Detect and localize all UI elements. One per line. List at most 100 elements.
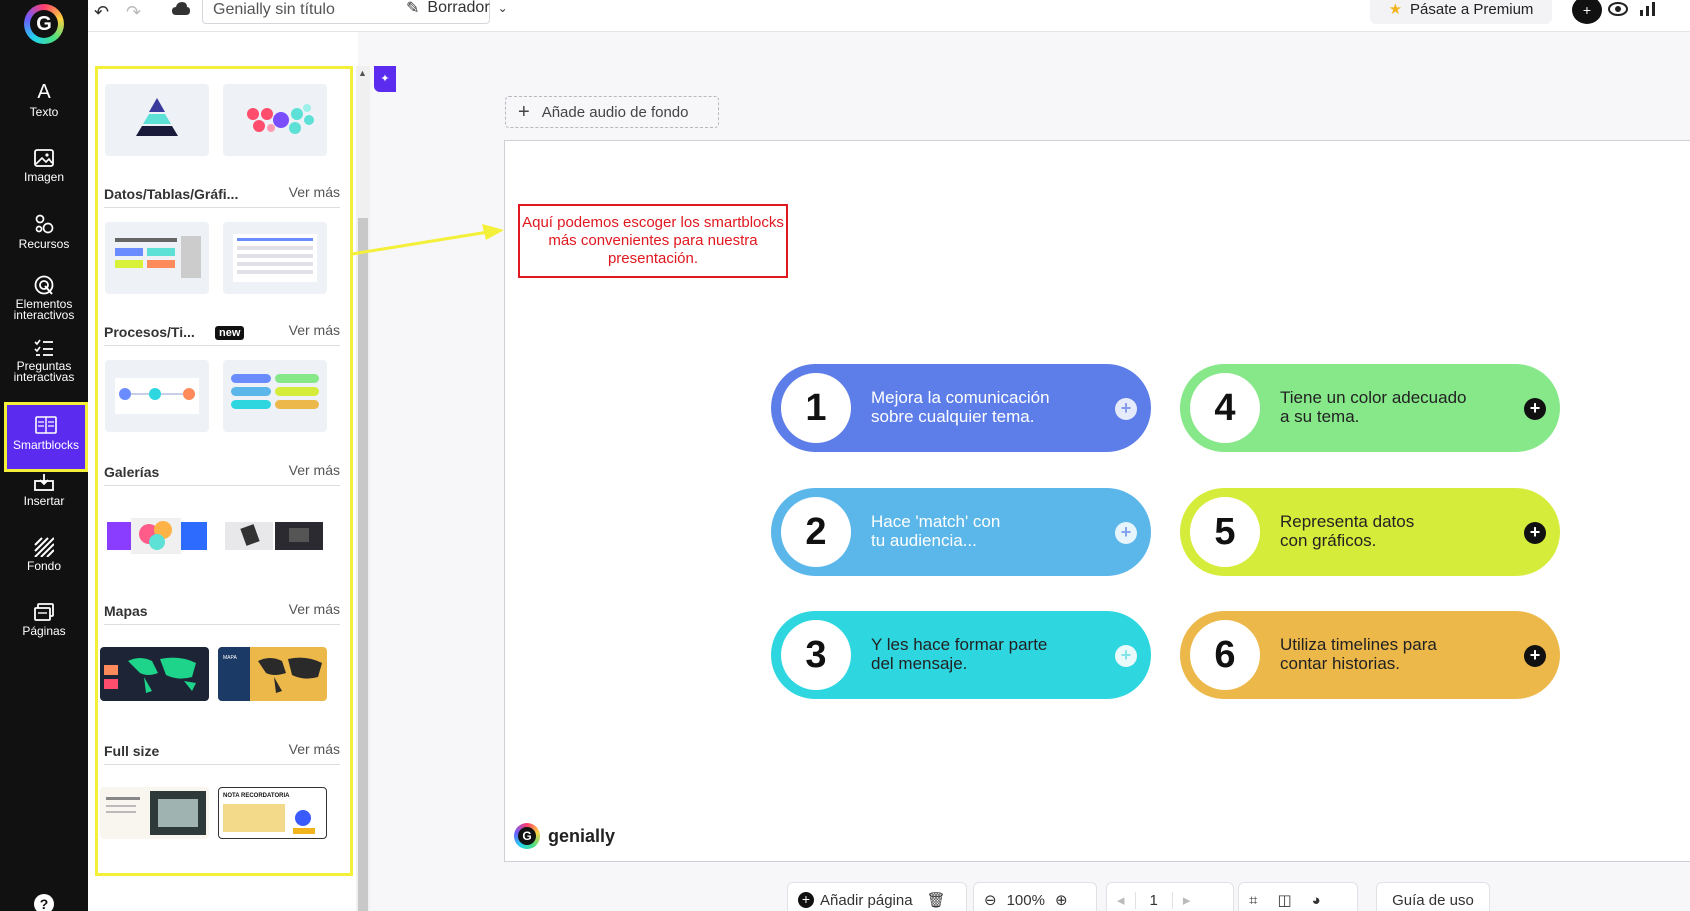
pill-text: Utiliza timelines para contar historias. xyxy=(1280,635,1437,673)
pill-text: Hace 'match' con tu audiencia... xyxy=(871,512,1001,550)
brand-label: genially xyxy=(548,825,616,846)
rail-item-texto[interactable]: A Texto xyxy=(0,74,88,134)
text-icon: A xyxy=(37,81,51,103)
rail-item-label: Insertar xyxy=(23,494,65,508)
callout-arrow xyxy=(351,224,504,256)
pill-text: Representa datos con gráficos. xyxy=(1280,512,1415,550)
panel-highlight-frame xyxy=(95,66,353,876)
rail-item-label: Smartblocks xyxy=(12,438,80,452)
fit-screen-icon[interactable]: ⌗ xyxy=(1239,892,1267,909)
genially-logo-small: G xyxy=(514,823,540,849)
palette-icon[interactable]: ◕ xyxy=(1302,892,1331,909)
rail-item-smartblocks[interactable]: Smartblocks xyxy=(4,402,88,472)
rail-item-label: Preguntas interactivas xyxy=(13,359,75,384)
add-audio-label: Añade audio de fondo xyxy=(541,103,689,121)
preview-eye-icon[interactable] xyxy=(1608,2,1628,16)
plus-icon[interactable]: + xyxy=(1115,645,1137,667)
plus-icon[interactable]: + xyxy=(1524,645,1546,667)
zoom-group: ⊖ 100% ⊕ xyxy=(973,882,1097,911)
rail-item-label: Recursos xyxy=(18,237,70,251)
guide-label: Guía de uso xyxy=(1392,891,1474,909)
insert-icon xyxy=(34,474,54,491)
pagination-group: ◂ 1 ▸ xyxy=(1106,882,1234,911)
pill-number: 2 xyxy=(781,497,851,567)
rail-item-label: Texto xyxy=(29,105,59,119)
cloud-icon xyxy=(172,2,190,15)
star-icon: ★ xyxy=(1388,1,1403,18)
plus-icon[interactable]: + xyxy=(1115,522,1137,544)
redo-icon[interactable]: ↷ xyxy=(126,2,141,23)
draft-dropdown[interactable]: ✎ Borrador ⌄ xyxy=(406,0,508,18)
page-number: 1 xyxy=(1134,891,1173,909)
trash-icon[interactable]: 🗑 xyxy=(927,891,946,909)
rail-item-insertar[interactable]: Insertar xyxy=(0,464,88,524)
genially-logo[interactable]: G xyxy=(24,4,64,44)
pill-1[interactable]: 1 Mejora la comunicación sobre cualquier… xyxy=(771,364,1151,452)
plus-icon[interactable]: + xyxy=(1524,522,1546,544)
rail-item-label: Fondo xyxy=(26,559,62,573)
view-tools-group: ⌗ ◫ ◕ xyxy=(1238,882,1358,911)
image-icon xyxy=(34,149,54,167)
pages-icon xyxy=(34,603,54,621)
zoom-level: 100% xyxy=(1006,891,1045,909)
chevron-down-icon: ⌄ xyxy=(497,1,508,15)
panel-scrollbar-thumb[interactable] xyxy=(358,218,368,911)
pill-5[interactable]: 5 Representa datos con gráficos. + xyxy=(1180,488,1560,576)
add-audio-button[interactable]: + Añade audio de fondo xyxy=(505,96,719,128)
premium-button[interactable]: ★ Pásate a Premium xyxy=(1370,0,1552,24)
genially-watermark: G genially xyxy=(514,823,615,849)
pin-icon[interactable]: ✦ xyxy=(374,66,396,92)
pill-text: Y les hace formar parte del mensaje. xyxy=(871,635,1048,673)
interactive-elements-icon xyxy=(34,275,54,295)
pill-number: 3 xyxy=(781,620,851,690)
rail-item-recursos[interactable]: Recursos xyxy=(0,205,88,265)
prev-page-icon[interactable]: ◂ xyxy=(1107,891,1135,909)
add-page-label: Añadir página xyxy=(820,891,913,909)
add-circle-icon: + xyxy=(798,892,814,908)
smartblocks-icon xyxy=(35,416,57,434)
rail-item-paginas[interactable]: Páginas xyxy=(0,594,88,654)
stats-icon[interactable] xyxy=(1640,2,1656,16)
add-page-button[interactable]: + Añadir página xyxy=(788,892,923,909)
rail-item-elementos-interactivos[interactable]: Elementos interactivos xyxy=(0,266,88,328)
rail-item-fondo[interactable]: Fondo xyxy=(0,529,88,589)
pill-number: 6 xyxy=(1190,620,1260,690)
plus-icon[interactable]: + xyxy=(1524,398,1546,420)
pill-text: Tiene un color adecuado a su tema. xyxy=(1280,388,1467,426)
app-root: G A Texto Imagen Recursos Elementos inte… xyxy=(0,0,1690,911)
draft-label: Borrador xyxy=(427,0,490,16)
pill-number: 4 xyxy=(1190,373,1260,443)
pencil-icon: ✎ xyxy=(406,0,420,17)
zoom-out-icon[interactable]: ⊖ xyxy=(974,891,1007,909)
rail-item-imagen[interactable]: Imagen xyxy=(0,140,88,200)
plus-icon[interactable]: + xyxy=(1115,398,1137,420)
pill-6[interactable]: 6 Utiliza timelines para contar historia… xyxy=(1180,611,1560,699)
page-actions-group: + Añadir página 🗑 xyxy=(787,882,967,911)
pill-4[interactable]: 4 Tiene un color adecuado a su tema. + xyxy=(1180,364,1560,452)
premium-label: Pásate a Premium xyxy=(1410,0,1534,18)
background-icon xyxy=(34,537,54,557)
interactive-questions-icon xyxy=(34,339,53,356)
zoom-in-icon[interactable]: ⊕ xyxy=(1045,891,1078,909)
rail-item-label: Elementos interactivos xyxy=(13,297,75,322)
help-button[interactable]: ? xyxy=(34,894,54,911)
top-bar: ↶ ↷ ✎ Borrador ⌄ ★ Pásate a Premium + xyxy=(88,0,1690,32)
rail-item-label: Imagen xyxy=(23,170,65,184)
scroll-up-icon[interactable]: ▲ xyxy=(358,68,367,78)
annotation-callout: Aquí podemos escoger los smartblocks más… xyxy=(518,204,788,278)
undo-icon[interactable]: ↶ xyxy=(94,2,109,23)
plus-icon: + xyxy=(518,100,530,123)
pill-number: 1 xyxy=(781,373,851,443)
guide-button[interactable]: Guía de uso xyxy=(1376,882,1490,911)
add-user-icon[interactable]: + xyxy=(1572,0,1602,24)
pill-text: Mejora la comunicación sobre cualquier t… xyxy=(871,388,1050,426)
pill-number: 5 xyxy=(1190,497,1260,567)
resources-icon xyxy=(35,214,54,234)
next-page-icon[interactable]: ▸ xyxy=(1173,891,1201,909)
split-view-icon[interactable]: ◫ xyxy=(1267,891,1301,909)
pill-3[interactable]: 3 Y les hace formar parte del mensaje. + xyxy=(771,611,1151,699)
left-rail: G A Texto Imagen Recursos Elementos inte… xyxy=(0,0,88,911)
rail-item-label: Páginas xyxy=(22,624,66,638)
pill-2[interactable]: 2 Hace 'match' con tu audiencia... + xyxy=(771,488,1151,576)
rail-item-preguntas-interactivas[interactable]: Preguntas interactivas xyxy=(0,330,88,392)
